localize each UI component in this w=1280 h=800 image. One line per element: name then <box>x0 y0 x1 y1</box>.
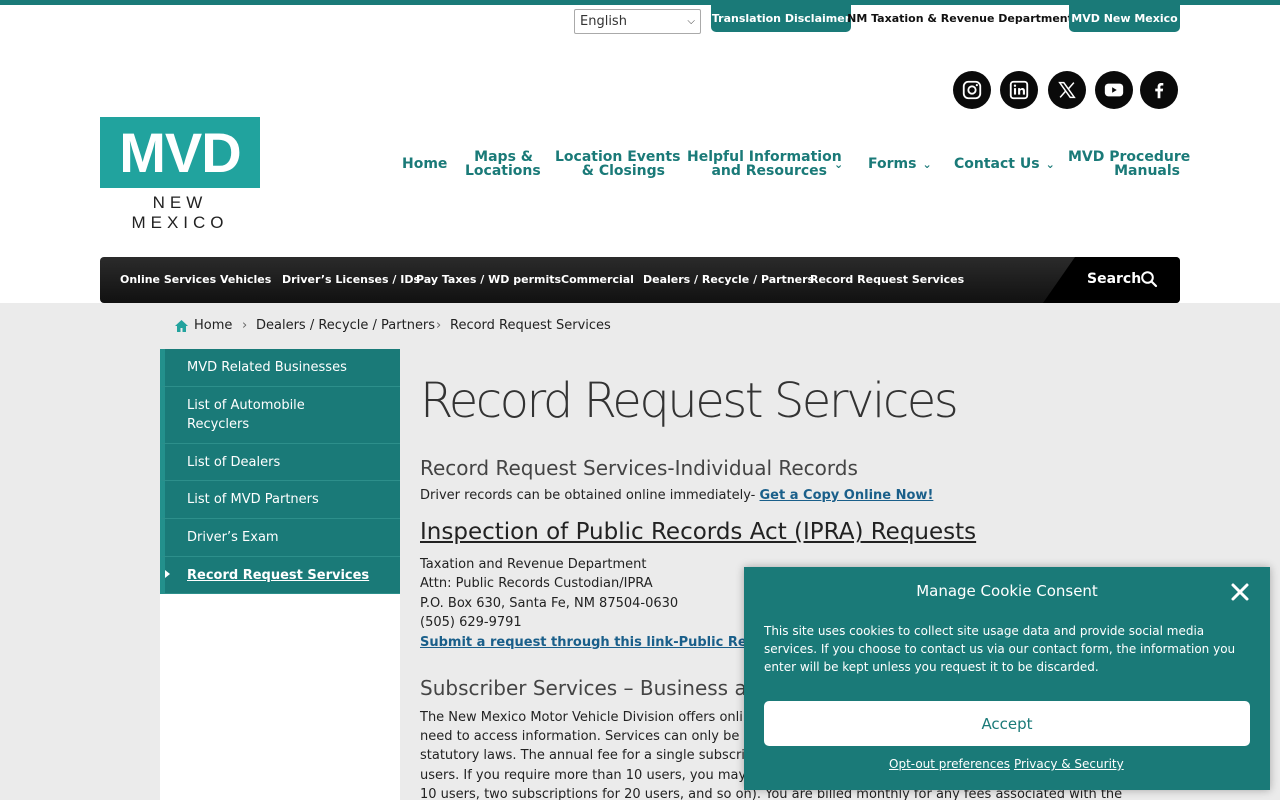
bar-drivers-licenses[interactable]: Driver’s Licenses / IDs <box>282 273 420 286</box>
section-heading-individual: Record Request Services-Individual Recor… <box>420 456 858 480</box>
nav-label-line2: Manuals <box>1114 163 1180 179</box>
facebook-icon[interactable] <box>1140 71 1178 109</box>
bar-vehicles[interactable]: Vehicles <box>220 273 271 286</box>
section-heading-subscriber: Subscriber Services – Business and C <box>420 676 793 700</box>
active-arrow-icon <box>165 570 170 578</box>
nav-forms[interactable]: Forms ⌄ <box>868 157 932 172</box>
sidebar-item-recyclers[interactable]: List of Automobile Recyclers <box>160 387 400 444</box>
nav-helpful-information[interactable]: Helpful Information and Resources <box>687 149 842 179</box>
home-icon <box>175 320 188 332</box>
body-line: users. If you require more than 10 users… <box>420 768 767 783</box>
bar-online-services[interactable]: Online Services <box>120 273 216 286</box>
opt-out-link[interactable]: Opt-out preferences <box>889 757 1010 771</box>
accept-button[interactable]: Accept <box>764 701 1250 746</box>
linkedin-icon[interactable] <box>1000 71 1038 109</box>
nav-contact-us[interactable]: Contact Us ⌄ <box>954 157 1055 172</box>
privacy-link[interactable]: Privacy & Security <box>1014 757 1124 771</box>
nav-procedure-manuals[interactable]: MVD Procedure Manuals <box>1068 149 1191 179</box>
x-icon[interactable] <box>1048 71 1086 109</box>
breadcrumb-separator: › <box>242 318 248 333</box>
get-copy-link[interactable]: Get a Copy Online Now! <box>760 488 934 503</box>
nav-contact-label: Contact Us <box>954 156 1040 172</box>
sidebar-item-partners[interactable]: List of MVD Partners <box>160 481 400 519</box>
bar-dealers[interactable]: Dealers / Recycle / Partners <box>643 273 814 286</box>
nav-forms-label: Forms <box>868 156 917 172</box>
sidebar-item-label: List of MVD Partners <box>187 492 319 507</box>
nav-label-line1: Maps & <box>474 149 533 165</box>
sidebar-item-dealers[interactable]: List of Dealers <box>160 444 400 481</box>
breadcrumb-home[interactable]: Home <box>194 318 232 333</box>
chevron-down-icon: ⌄ <box>1045 158 1055 171</box>
nav-label-line1: Helpful Information <box>687 149 842 165</box>
cookie-title: Manage Cookie Consent <box>916 582 1098 600</box>
driver-records-text: Driver records can be obtained online im… <box>420 488 933 503</box>
bar-commercial[interactable]: Commercial <box>561 273 634 286</box>
instagram-icon[interactable] <box>953 71 991 109</box>
address-line: P.O. Box 630, Santa Fe, NM 87504-0630 <box>420 596 679 611</box>
driver-records-label: Driver records can be obtained online im… <box>420 488 756 503</box>
address-line: Taxation and Revenue Department <box>420 557 647 572</box>
body-line: statutory laws. The annual fee for a sin… <box>420 748 762 763</box>
cookie-text: This site uses cookies to collect site u… <box>764 624 1236 674</box>
bar-pay-taxes[interactable]: Pay Taxes / WD permits <box>416 273 561 286</box>
logo-subtitle: NEW MEXICO <box>131 193 229 232</box>
sidebar-item-label: Driver’s Exam <box>187 530 279 545</box>
nav-maps-locations[interactable]: Maps & Locations <box>465 149 541 179</box>
sidebar-item-record-request[interactable]: Record Request Services <box>160 557 400 594</box>
address-line: Attn: Public Records Custodian/IPRA <box>420 576 653 591</box>
sidebar-item-label: Record Request Services <box>187 567 370 583</box>
breadcrumb-dealers[interactable]: Dealers / Recycle / Partners <box>256 318 435 333</box>
body-line: need to access information. Services can… <box>420 729 766 744</box>
sidebar-item-mvd-related[interactable]: MVD Related Businesses <box>160 349 400 387</box>
breadcrumb-separator: › <box>436 318 442 333</box>
chevron-down-icon[interactable]: ⌄ <box>834 158 843 172</box>
section-heading-ipra[interactable]: Inspection of Public Records Act (IPRA) … <box>420 519 976 545</box>
phone-number: (505) 629-9791 <box>420 615 522 630</box>
sidebar-item-drivers-exam[interactable]: Driver’s Exam <box>160 519 400 557</box>
sidebar-item-label: List of Automobile Recyclers <box>187 398 305 432</box>
nm-taxation-link[interactable]: NM Taxation & Revenue Department <box>847 5 1073 32</box>
nav-location-events[interactable]: Location Events & Closings <box>555 149 681 179</box>
youtube-icon[interactable] <box>1095 71 1133 109</box>
chevron-down-icon: ⌵ <box>687 16 695 27</box>
nav-label-line2: Locations <box>465 163 541 179</box>
logo-text: MVD <box>119 121 241 184</box>
nav-home[interactable]: Home <box>402 157 447 171</box>
search-button[interactable]: Search <box>1087 271 1141 287</box>
mvd-logo[interactable]: MVD <box>100 117 260 188</box>
language-value: English <box>580 14 627 29</box>
submit-request-link[interactable]: Submit a request through this link-Publi… <box>420 635 787 650</box>
nav-label-line1: MVD Procedure <box>1068 149 1191 165</box>
close-icon[interactable] <box>1229 581 1251 603</box>
chevron-down-icon: ⌄ <box>922 158 932 171</box>
search-icon[interactable] <box>1140 270 1158 288</box>
sidebar-item-label: List of Dealers <box>187 454 281 470</box>
mvd-new-mexico-link[interactable]: MVD New Mexico <box>1069 5 1180 32</box>
translation-disclaimer-link[interactable]: Translation Disclaimer <box>711 5 851 32</box>
language-select[interactable]: English ⌵ <box>574 9 701 34</box>
body-line: The New Mexico Motor Vehicle Division of… <box>420 710 760 725</box>
nav-home-label: Home <box>402 156 448 172</box>
breadcrumb-current: Record Request Services <box>450 318 611 333</box>
bar-record-request[interactable]: Record Request Services <box>810 273 964 286</box>
nav-label-line2: & Closings <box>581 163 665 179</box>
nav-label-line2: and Resources <box>711 163 827 179</box>
sidebar-item-label: MVD Related Businesses <box>187 360 347 375</box>
nav-label-line1: Location Events <box>555 149 681 165</box>
page-title: Record Request Services <box>420 373 959 429</box>
